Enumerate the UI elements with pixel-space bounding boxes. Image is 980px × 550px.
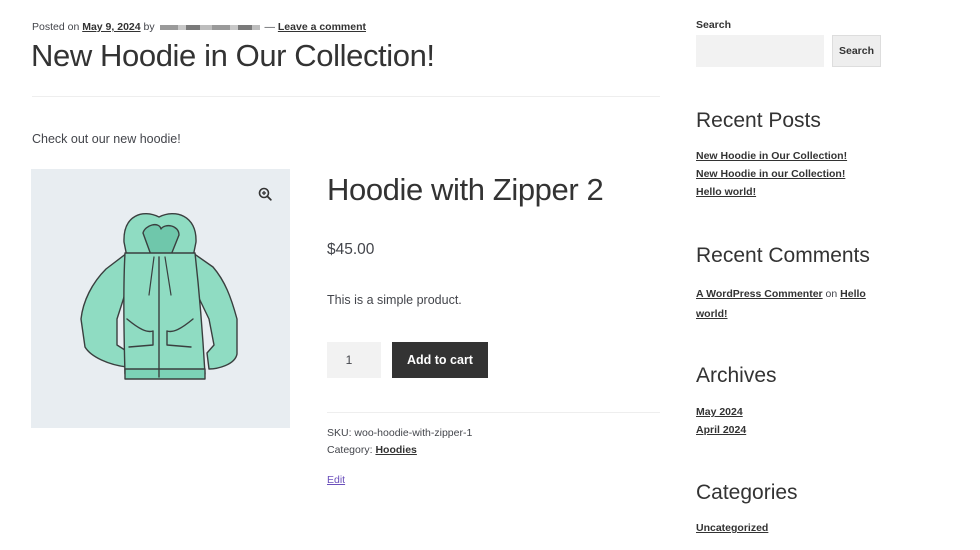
recent-post-link[interactable]: Hello world! (696, 186, 756, 198)
redacted-author (159, 24, 260, 30)
leave-comment-link[interactable]: Leave a comment (278, 21, 366, 33)
list-item: New Hoodie in Our Collection! (696, 147, 847, 165)
search-label: Search (696, 19, 732, 31)
archive-link[interactable]: May 2024 (696, 406, 743, 418)
search-button[interactable]: Search (832, 35, 881, 67)
product-category: Category: Hoodies (327, 444, 417, 456)
product-divider (327, 412, 660, 413)
list-item: May 2024 (696, 403, 746, 421)
title-divider (32, 96, 660, 97)
category-link-hoodies[interactable]: Hoodies (375, 444, 416, 456)
recent-comments-title: Recent Comments (696, 244, 870, 267)
categories-title: Categories (696, 481, 798, 504)
recent-posts-title: Recent Posts (696, 109, 821, 132)
search-input[interactable] (696, 35, 824, 67)
meta-separator: — (264, 21, 275, 33)
post-title: New Hoodie in Our Collection! (31, 38, 435, 73)
comment-on-label: on (825, 288, 838, 300)
edit-link[interactable]: Edit (327, 474, 345, 486)
posted-on-label: Posted on (32, 21, 80, 33)
archive-link[interactable]: April 2024 (696, 424, 746, 436)
by-label: by (143, 21, 155, 33)
post-date-link[interactable]: May 9, 2024 (82, 21, 140, 33)
product-image[interactable] (31, 169, 290, 428)
list-item: New Hoodie in our Collection! (696, 165, 847, 183)
product-title: Hoodie with Zipper 2 (327, 172, 604, 207)
add-to-cart-button[interactable]: Add to cart (392, 342, 488, 378)
category-link[interactable]: Uncategorized (696, 522, 768, 534)
recent-post-link[interactable]: New Hoodie in Our Collection! (696, 150, 847, 162)
quantity-input[interactable] (327, 342, 381, 378)
comment-author-link[interactable]: A WordPress Commenter (696, 288, 823, 300)
category-label: Category: (327, 444, 373, 456)
list-item: Hello world! (696, 183, 847, 201)
recent-comment-item: A WordPress Commenter on Hello world! (696, 284, 876, 324)
zoom-in-icon[interactable] (254, 183, 276, 205)
product-sku: SKU: woo-hoodie-with-zipper-1 (327, 427, 473, 439)
hoodie-image (80, 213, 238, 380)
list-item: April 2024 (696, 421, 746, 439)
list-item: Uncategorized (696, 519, 768, 537)
archives-title: Archives (696, 364, 777, 387)
archives-list: May 2024 April 2024 (696, 403, 746, 439)
recent-posts-list: New Hoodie in Our Collection! New Hoodie… (696, 147, 847, 201)
product-description: This is a simple product. (327, 293, 462, 307)
post-meta: Posted on May 9, 2024 by — Leave a comme… (32, 21, 366, 33)
post-intro: Check out our new hoodie! (32, 132, 181, 146)
recent-post-link[interactable]: New Hoodie in our Collection! (696, 168, 845, 180)
product-price: $45.00 (327, 241, 375, 258)
categories-list: Uncategorized (696, 519, 768, 537)
